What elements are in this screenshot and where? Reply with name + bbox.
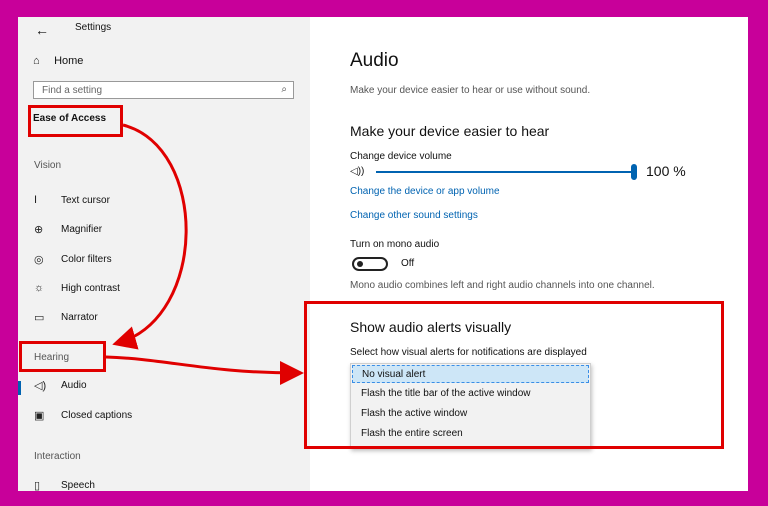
annotation-arrow-to-hearing: [112, 123, 188, 350]
settings-window: ← Settings ⌂ Home Find a setting ⌕ Ease …: [18, 17, 748, 491]
annotation-arrows: [105, 123, 304, 385]
annotation-arrow-to-alerts: [105, 355, 304, 385]
